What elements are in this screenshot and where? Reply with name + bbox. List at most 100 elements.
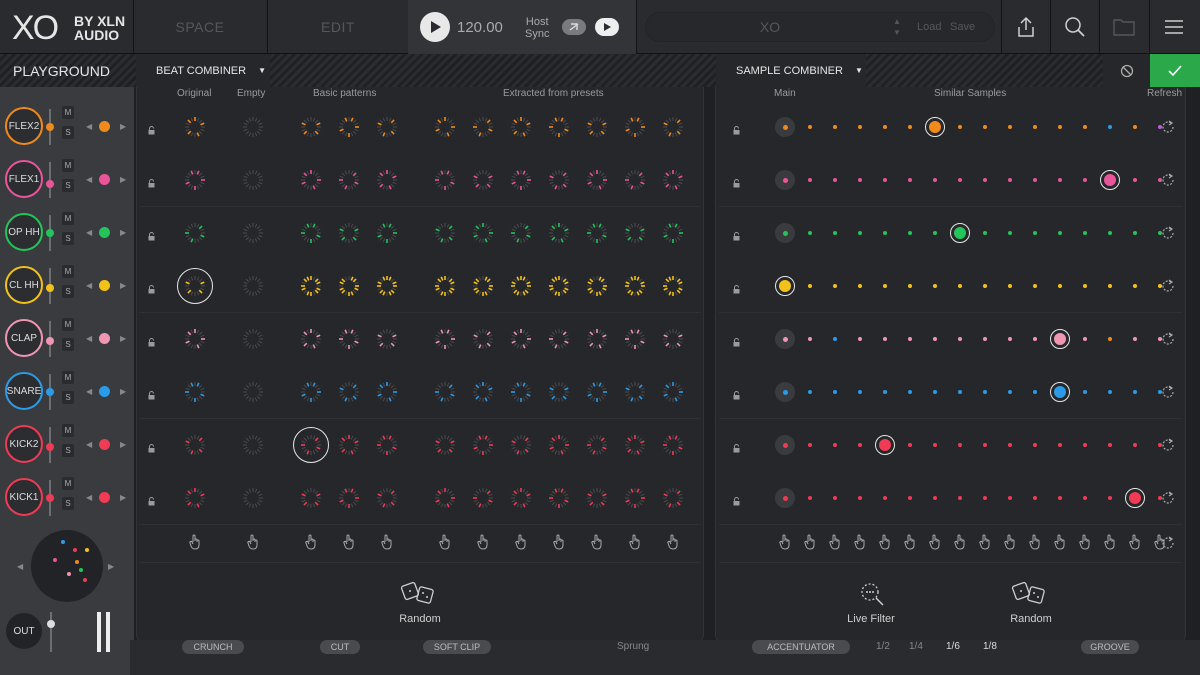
division-quarter[interactable]: 1/4 — [909, 641, 923, 652]
hand-icon[interactable] — [1054, 534, 1066, 550]
beat-pattern-cell[interactable] — [433, 380, 457, 404]
selected-sample-ring[interactable] — [1050, 382, 1070, 402]
beat-pattern-cell[interactable] — [241, 168, 265, 192]
hand-icon[interactable] — [804, 534, 816, 550]
beat-pattern-cell[interactable] — [471, 486, 495, 510]
apply-button[interactable] — [1150, 54, 1200, 87]
next-sample-arrow[interactable]: ▶ — [120, 175, 126, 184]
beat-pattern-cell[interactable] — [337, 115, 361, 139]
hand-icon[interactable] — [381, 534, 393, 550]
prev-sample-arrow[interactable]: ◀ — [86, 440, 92, 449]
output-slider-track[interactable] — [50, 612, 52, 652]
similar-sample-dot[interactable] — [1008, 178, 1012, 182]
similar-sample-dot[interactable] — [983, 284, 987, 288]
similar-sample-dot[interactable] — [858, 125, 862, 129]
beat-pattern-cell[interactable] — [241, 327, 265, 351]
similar-sample-dot[interactable] — [1008, 231, 1012, 235]
beat-pattern-cell[interactable] — [375, 486, 399, 510]
beat-pattern-cell[interactable] — [661, 115, 685, 139]
beat-pattern-cell[interactable] — [241, 115, 265, 139]
main-sample-dot[interactable] — [775, 329, 795, 349]
beat-pattern-cell[interactable] — [241, 274, 265, 298]
lock-icon[interactable] — [733, 281, 740, 294]
similar-sample-dot[interactable] — [983, 178, 987, 182]
beat-pattern-cell[interactable] — [433, 221, 457, 245]
beat-pattern-cell[interactable] — [299, 115, 323, 139]
lock-icon[interactable] — [148, 440, 155, 453]
output-slider-knob[interactable] — [47, 620, 55, 628]
lock-icon[interactable] — [148, 175, 155, 188]
refresh-icon[interactable] — [1160, 331, 1176, 347]
sample-random-button[interactable] — [1011, 578, 1051, 613]
beat-pattern-cell[interactable] — [585, 380, 609, 404]
beat-pattern-cell[interactable] — [375, 274, 399, 298]
similar-sample-dot[interactable] — [933, 284, 937, 288]
similar-sample-dot[interactable] — [1083, 496, 1087, 500]
lock-icon[interactable] — [733, 175, 740, 188]
beat-pattern-cell[interactable] — [547, 115, 571, 139]
beat-pattern-cell[interactable] — [299, 486, 323, 510]
slot-name-button[interactable]: CLAP — [5, 319, 43, 357]
lock-icon[interactable] — [733, 440, 740, 453]
similar-sample-dot[interactable] — [883, 125, 887, 129]
hand-icon[interactable] — [1079, 534, 1091, 550]
similar-sample-dot[interactable] — [858, 443, 862, 447]
beat-pattern-cell[interactable] — [471, 221, 495, 245]
refresh-icon[interactable] — [1160, 278, 1176, 294]
chevron-down-icon[interactable]: ▼ — [893, 27, 901, 38]
beat-pattern-cell[interactable] — [547, 168, 571, 192]
beat-pattern-cell[interactable] — [585, 274, 609, 298]
similar-sample-dot[interactable] — [1133, 125, 1137, 129]
beat-pattern-cell[interactable] — [299, 221, 323, 245]
hand-icon[interactable] — [929, 534, 941, 550]
mute-button[interactable]: M — [62, 265, 74, 278]
mute-button[interactable]: M — [62, 371, 74, 384]
similar-sample-dot[interactable] — [883, 231, 887, 235]
similar-sample-dot[interactable] — [908, 284, 912, 288]
similar-sample-dot[interactable] — [1083, 284, 1087, 288]
similar-sample-dot[interactable] — [958, 496, 962, 500]
beat-combiner-dropdown[interactable]: BEAT COMBINER ▼ — [136, 54, 270, 87]
lock-icon[interactable] — [148, 387, 155, 400]
similar-sample-dot[interactable] — [908, 178, 912, 182]
next-sample-arrow[interactable]: ▶ — [120, 387, 126, 396]
mute-button[interactable]: M — [62, 106, 74, 119]
selected-sample-ring[interactable] — [1100, 170, 1120, 190]
beat-pattern-cell[interactable] — [509, 168, 533, 192]
similar-sample-dot[interactable] — [1033, 390, 1037, 394]
beat-pattern-cell[interactable] — [241, 433, 265, 457]
beat-pattern-cell[interactable] — [183, 433, 207, 457]
beat-pattern-cell[interactable] — [661, 168, 685, 192]
similar-sample-dot[interactable] — [858, 178, 862, 182]
beat-pattern-cell[interactable] — [433, 168, 457, 192]
similar-sample-dot[interactable] — [933, 231, 937, 235]
beat-pattern-cell[interactable] — [337, 221, 361, 245]
beat-pattern-cell[interactable] — [623, 486, 647, 510]
similar-sample-dot[interactable] — [1133, 390, 1137, 394]
refresh-icon[interactable] — [1160, 225, 1176, 241]
hand-icon[interactable] — [1104, 534, 1116, 550]
similar-sample-dot[interactable] — [1033, 284, 1037, 288]
slot-volume-knob[interactable] — [46, 123, 54, 132]
lock-icon[interactable] — [148, 122, 155, 135]
similar-sample-dot[interactable] — [808, 231, 812, 235]
xy-right-arrow[interactable]: ▶ — [108, 562, 114, 571]
beat-pattern-cell[interactable] — [183, 380, 207, 404]
slot-name-button[interactable]: KICK2 — [5, 425, 43, 463]
similar-sample-dot[interactable] — [1008, 125, 1012, 129]
similar-sample-dot[interactable] — [1133, 284, 1137, 288]
beat-pattern-cell[interactable] — [661, 327, 685, 351]
solo-button[interactable]: S — [62, 391, 74, 404]
hand-icon[interactable] — [1129, 534, 1141, 550]
beat-pattern-cell[interactable] — [661, 221, 685, 245]
similar-sample-dot[interactable] — [958, 178, 962, 182]
beat-pattern-cell[interactable] — [585, 327, 609, 351]
similar-sample-dot[interactable] — [1008, 390, 1012, 394]
beat-pattern-cell[interactable] — [623, 433, 647, 457]
beat-pattern-cell[interactable] — [375, 380, 399, 404]
division-eighth[interactable]: 1/8 — [983, 641, 997, 652]
beat-pattern-cell[interactable] — [547, 274, 571, 298]
similar-sample-dot[interactable] — [1133, 443, 1137, 447]
beat-pattern-cell[interactable] — [471, 274, 495, 298]
refresh-all-icon[interactable] — [1160, 535, 1176, 551]
